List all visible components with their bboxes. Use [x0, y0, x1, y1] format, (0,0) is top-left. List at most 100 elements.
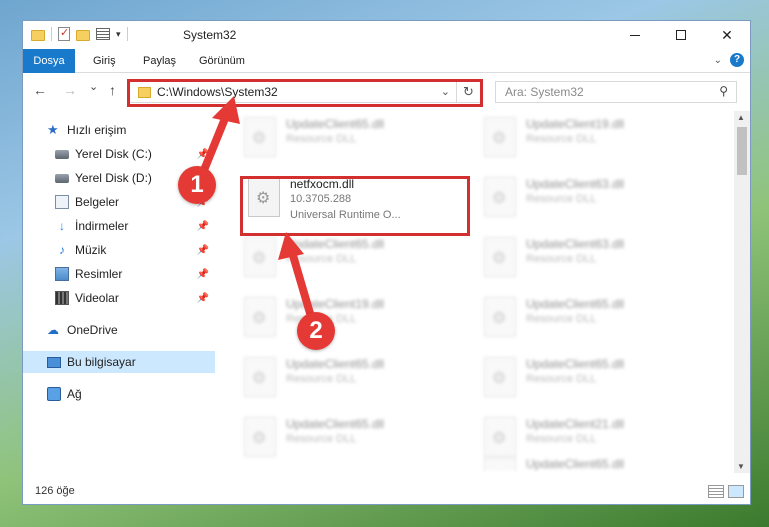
sidebar-item-label: Hızlı erişim	[67, 123, 127, 137]
sidebar-item-disk-c[interactable]: Yerel Disk (C:) 📌	[23, 143, 215, 165]
quick-access-toolbar: ▾	[31, 26, 128, 41]
help-icon[interactable]: ?	[730, 53, 744, 67]
file-item[interactable]: UpdateClient63.dll Resource DLL	[478, 231, 708, 285]
dll-file-icon	[484, 117, 516, 157]
file-name: UpdateClient19.dll	[286, 297, 385, 311]
sidebar-item-label: Müzik	[75, 243, 107, 257]
file-item[interactable]: UpdateClient65.dll Resource DLL	[238, 231, 468, 285]
close-button[interactable]: ✕	[704, 21, 750, 49]
customize-icon[interactable]	[96, 28, 110, 40]
search-input[interactable]: Ara: System32 ⚲	[495, 81, 737, 103]
dll-file-icon	[484, 177, 516, 217]
dll-file-icon	[244, 237, 276, 277]
file-item[interactable]: UpdateClient63.dll Resource DLL	[478, 171, 708, 225]
pin-icon[interactable]: 📌	[197, 149, 209, 160]
sidebar-item-label: Bu bilgisayar	[67, 355, 136, 369]
sidebar-item-videos[interactable]: Videolar 📌	[23, 287, 215, 309]
file-name: UpdateClient65.dll	[526, 457, 625, 471]
file-name: UpdateClient63.dll	[526, 237, 625, 251]
properties-icon[interactable]	[58, 26, 70, 41]
file-name: UpdateClient65.dll	[526, 357, 625, 371]
window-controls: ✕	[612, 21, 750, 49]
file-item[interactable]: UpdateClient65.dll Resource DLL	[478, 451, 708, 471]
toolbar-divider	[126, 27, 128, 41]
dll-file-icon	[484, 297, 516, 337]
file-list: UpdateClient65.dll Resource DLL UpdateCl…	[238, 111, 734, 473]
expand-ribbon-icon[interactable]: ⌄	[714, 55, 722, 66]
tab-share[interactable]: Paylaş	[133, 49, 186, 73]
vertical-scrollbar[interactable]: ▲ ▼	[734, 111, 750, 473]
file-item[interactable]: UpdateClient65.dll Resource DLL	[238, 111, 468, 165]
file-item[interactable]: UpdateClient65.dll Resource DLL	[478, 291, 708, 345]
file-type: Resource DLL	[286, 253, 357, 265]
file-name: UpdateClient65.dll	[286, 237, 385, 251]
new-folder-icon[interactable]	[76, 29, 90, 41]
disk-icon	[55, 149, 69, 159]
window-title: System32	[183, 28, 237, 42]
file-name: UpdateClient65.dll	[286, 417, 385, 431]
forward-button[interactable]: →	[63, 82, 77, 98]
file-type: Resource DLL	[526, 193, 597, 205]
scroll-up-icon[interactable]: ▲	[737, 113, 745, 122]
search-placeholder: Ara: System32	[505, 85, 584, 99]
file-name: UpdateClient63.dll	[526, 177, 625, 191]
file-item[interactable]: UpdateClient65.dll Resource DLL	[238, 411, 468, 465]
pin-icon[interactable]: 📌	[197, 245, 209, 256]
file-item[interactable]: UpdateClient65.dll Resource DLL	[478, 351, 708, 405]
videos-icon	[55, 291, 69, 305]
dll-file-icon	[244, 117, 276, 157]
sidebar-item-label: Yerel Disk (D:)	[75, 171, 152, 185]
file-type: Resource DLL	[286, 373, 357, 385]
sidebar-item-pictures[interactable]: Resimler 📌	[23, 263, 215, 285]
file-name: UpdateClient65.dll	[286, 357, 385, 371]
tiles-view-icon[interactable]	[728, 485, 744, 498]
sidebar-item-label: Ağ	[67, 387, 82, 401]
up-button[interactable]: ↑	[109, 82, 116, 98]
title-bar: ▾ System32 ✕	[23, 21, 750, 49]
sidebar-item-onedrive[interactable]: ☁ OneDrive	[23, 319, 215, 341]
documents-icon	[55, 195, 69, 209]
file-type: Resource DLL	[526, 133, 597, 145]
file-item[interactable]: UpdateClient19.dll Resource DLL	[238, 291, 468, 345]
file-item[interactable]: UpdateClient19.dll Resource DLL	[478, 111, 708, 165]
scroll-down-icon[interactable]: ▼	[737, 462, 745, 471]
music-icon: ♪	[59, 243, 65, 257]
qat-dropdown-icon[interactable]: ▾	[116, 29, 121, 40]
tab-file[interactable]: Dosya	[23, 49, 75, 73]
step-1-badge: 1	[178, 166, 216, 204]
tab-home[interactable]: Giriş	[83, 49, 126, 73]
pin-icon[interactable]: 📌	[197, 269, 209, 280]
details-view-icon[interactable]	[708, 485, 724, 498]
sidebar-item-music[interactable]: ♪ Müzik 📌	[23, 239, 215, 261]
folder-icon	[31, 29, 45, 41]
pin-icon[interactable]: 📌	[197, 221, 209, 232]
maximize-button[interactable]	[658, 21, 704, 49]
file-type: Resource DLL	[286, 133, 357, 145]
downloads-icon: ↓	[59, 219, 65, 233]
file-item[interactable]: UpdateClient65.dll Resource DLL	[238, 351, 468, 405]
maximize-icon	[676, 30, 686, 40]
sidebar-item-network[interactable]: Ağ	[23, 383, 215, 405]
sidebar-item-this-pc[interactable]: Bu bilgisayar	[23, 351, 215, 373]
sidebar-item-quick-access[interactable]: ★ Hızlı erişim	[23, 119, 215, 141]
file-explorer-window: ▾ System32 ✕ Dosya Giriş Paylaş Görünüm …	[22, 20, 751, 505]
ribbon-controls: ⌄ ?	[714, 53, 744, 67]
minimize-button[interactable]	[612, 21, 658, 49]
dll-file-icon	[484, 357, 516, 397]
file-type: Resource DLL	[526, 313, 597, 325]
sidebar-item-label: Yerel Disk (C:)	[75, 147, 152, 161]
view-switcher	[708, 485, 744, 498]
toolbar-divider	[51, 27, 52, 41]
sidebar-item-downloads[interactable]: ↓ İndirmeler 📌	[23, 215, 215, 237]
pin-icon[interactable]: 📌	[197, 293, 209, 304]
recent-locations-button[interactable]: ⌄	[89, 80, 98, 93]
scroll-thumb[interactable]	[737, 127, 747, 175]
star-icon: ★	[47, 122, 59, 137]
sidebar-item-label: OneDrive	[67, 323, 118, 337]
dll-file-icon	[244, 417, 276, 457]
sidebar-item-label: Belgeler	[75, 195, 120, 209]
back-button[interactable]: ←	[33, 82, 47, 98]
ribbon-tabs: Dosya Giriş Paylaş Görünüm ⌄ ?	[23, 49, 750, 73]
status-bar: 126 öğe	[23, 479, 750, 504]
tab-view[interactable]: Görünüm	[189, 49, 255, 73]
